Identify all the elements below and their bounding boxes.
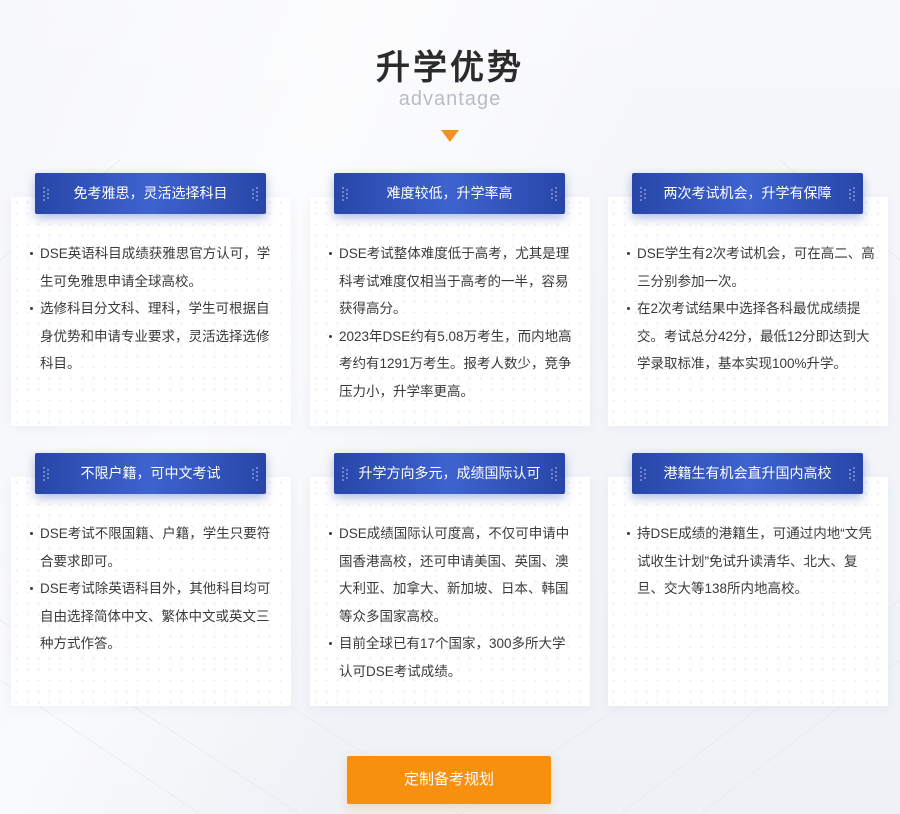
card-label-text: 港籍生有机会直升国内高校 bbox=[663, 465, 832, 481]
card-body: 持DSE成绩的港籍生，可通过内地“文凭试收生计划”免试升读清华、北大、复旦、交大… bbox=[626, 520, 876, 603]
card-body: DSE考试整体难度低于高考，尤其是理科考试难度仅相当于高考的一半，容易获得高分。… bbox=[328, 240, 578, 405]
card-body: DSE英语科目成绩获雅思官方认可，学生可免雅思申请全球高校。 选修科目分文科、理… bbox=[29, 240, 279, 378]
list-item: 持DSE成绩的港籍生，可通过内地“文凭试收生计划”免试升读清华、北大、复旦、交大… bbox=[626, 520, 876, 603]
card-label: 免考雅思，灵活选择科目 bbox=[35, 173, 266, 214]
dots-decoration-icon bbox=[551, 186, 557, 202]
dots-decoration-icon bbox=[849, 186, 855, 202]
dots-decoration-icon bbox=[640, 466, 646, 482]
list-item: DSE考试整体难度低于高考，尤其是理科考试难度仅相当于高考的一半，容易获得高分。 bbox=[328, 240, 578, 323]
list-item: 选修科目分文科、理科，学生可根据自身优势和申请专业要求，灵活选择选修科目。 bbox=[29, 295, 279, 378]
section-title: 升学优势 bbox=[376, 49, 524, 87]
triangle-down-icon bbox=[441, 130, 459, 142]
advantage-card-hk-students: 港籍生有机会直升国内高校 持DSE成绩的港籍生，可通过内地“文凭试收生计划”免试… bbox=[608, 453, 888, 706]
card-label: 难度较低，升学率高 bbox=[334, 173, 565, 214]
dots-decoration-icon bbox=[342, 466, 348, 482]
card-label: 不限户籍，可中文考试 bbox=[35, 453, 266, 494]
card-label: 两次考试机会，升学有保障 bbox=[632, 173, 863, 214]
dots-decoration-icon bbox=[342, 186, 348, 202]
section-subtitle: advantage bbox=[398, 88, 502, 110]
card-body: DSE成绩国际认可度高，不仅可申请中国香港高校，还可申请美国、英国、澳大利亚、加… bbox=[328, 520, 578, 685]
list-item: DSE考试不限国籍、户籍，学生只要符合要求即可。 bbox=[29, 520, 279, 575]
advantage-card-two-attempts: 两次考试机会，升学有保障 DSE学生有2次考试机会，可在高二、高三分别参加一次。… bbox=[608, 173, 888, 426]
list-item: 在2次考试结果中选择各科最优成绩提交。考试总分42分，最低12分即达到大学录取标… bbox=[626, 295, 876, 378]
list-item: DSE考试除英语科目外，其他科目均可自由选择简体中文、繁体中文或英文三种方式作答… bbox=[29, 575, 279, 658]
advantage-card-no-hukou: 不限户籍，可中文考试 DSE考试不限国籍、户籍，学生只要符合要求即可。 DSE考… bbox=[11, 453, 291, 706]
card-label-text: 免考雅思，灵活选择科目 bbox=[73, 185, 228, 201]
section-header: 升学优势 advantage bbox=[0, 46, 900, 110]
dots-decoration-icon bbox=[640, 186, 646, 202]
dots-decoration-icon bbox=[849, 466, 855, 482]
card-body: DSE学生有2次考试机会，可在高二、高三分别参加一次。 在2次考试结果中选择各科… bbox=[626, 240, 876, 378]
dots-decoration-icon bbox=[252, 466, 258, 482]
dots-decoration-icon bbox=[252, 186, 258, 202]
dots-decoration-icon bbox=[43, 186, 49, 202]
advantage-card-difficulty: 难度较低，升学率高 DSE考试整体难度低于高考，尤其是理科考试难度仅相当于高考的… bbox=[310, 173, 590, 426]
advantage-card-international: 升学方向多元，成绩国际认可 DSE成绩国际认可度高，不仅可申请中国香港高校，还可… bbox=[310, 453, 590, 706]
card-label-text: 升学方向多元，成绩国际认可 bbox=[358, 465, 541, 481]
card-label-text: 两次考试机会，升学有保障 bbox=[663, 185, 832, 201]
plan-consultation-button[interactable]: 定制备考规划 bbox=[347, 756, 551, 804]
card-label: 升学方向多元，成绩国际认可 bbox=[334, 453, 565, 494]
list-item: 目前全球已有17个国家，300多所大学认可DSE考试成绩。 bbox=[328, 630, 578, 685]
list-item: DSE英语科目成绩获雅思官方认可，学生可免雅思申请全球高校。 bbox=[29, 240, 279, 295]
list-item: 2023年DSE约有5.08万考生，而内地高考约有1291万考生。报考人数少，竞… bbox=[328, 323, 578, 406]
advantage-card-ielts: 免考雅思，灵活选择科目 DSE英语科目成绩获雅思官方认可，学生可免雅思申请全球高… bbox=[11, 173, 291, 426]
list-item: DSE成绩国际认可度高，不仅可申请中国香港高校，还可申请美国、英国、澳大利亚、加… bbox=[328, 520, 578, 630]
card-body: DSE考试不限国籍、户籍，学生只要符合要求即可。 DSE考试除英语科目外，其他科… bbox=[29, 520, 279, 658]
dots-decoration-icon bbox=[551, 466, 557, 482]
card-label: 港籍生有机会直升国内高校 bbox=[632, 453, 863, 494]
card-label-text: 难度较低，升学率高 bbox=[386, 185, 513, 201]
dots-decoration-icon bbox=[43, 466, 49, 482]
list-item: DSE学生有2次考试机会，可在高二、高三分别参加一次。 bbox=[626, 240, 876, 295]
card-label-text: 不限户籍，可中文考试 bbox=[80, 465, 221, 481]
